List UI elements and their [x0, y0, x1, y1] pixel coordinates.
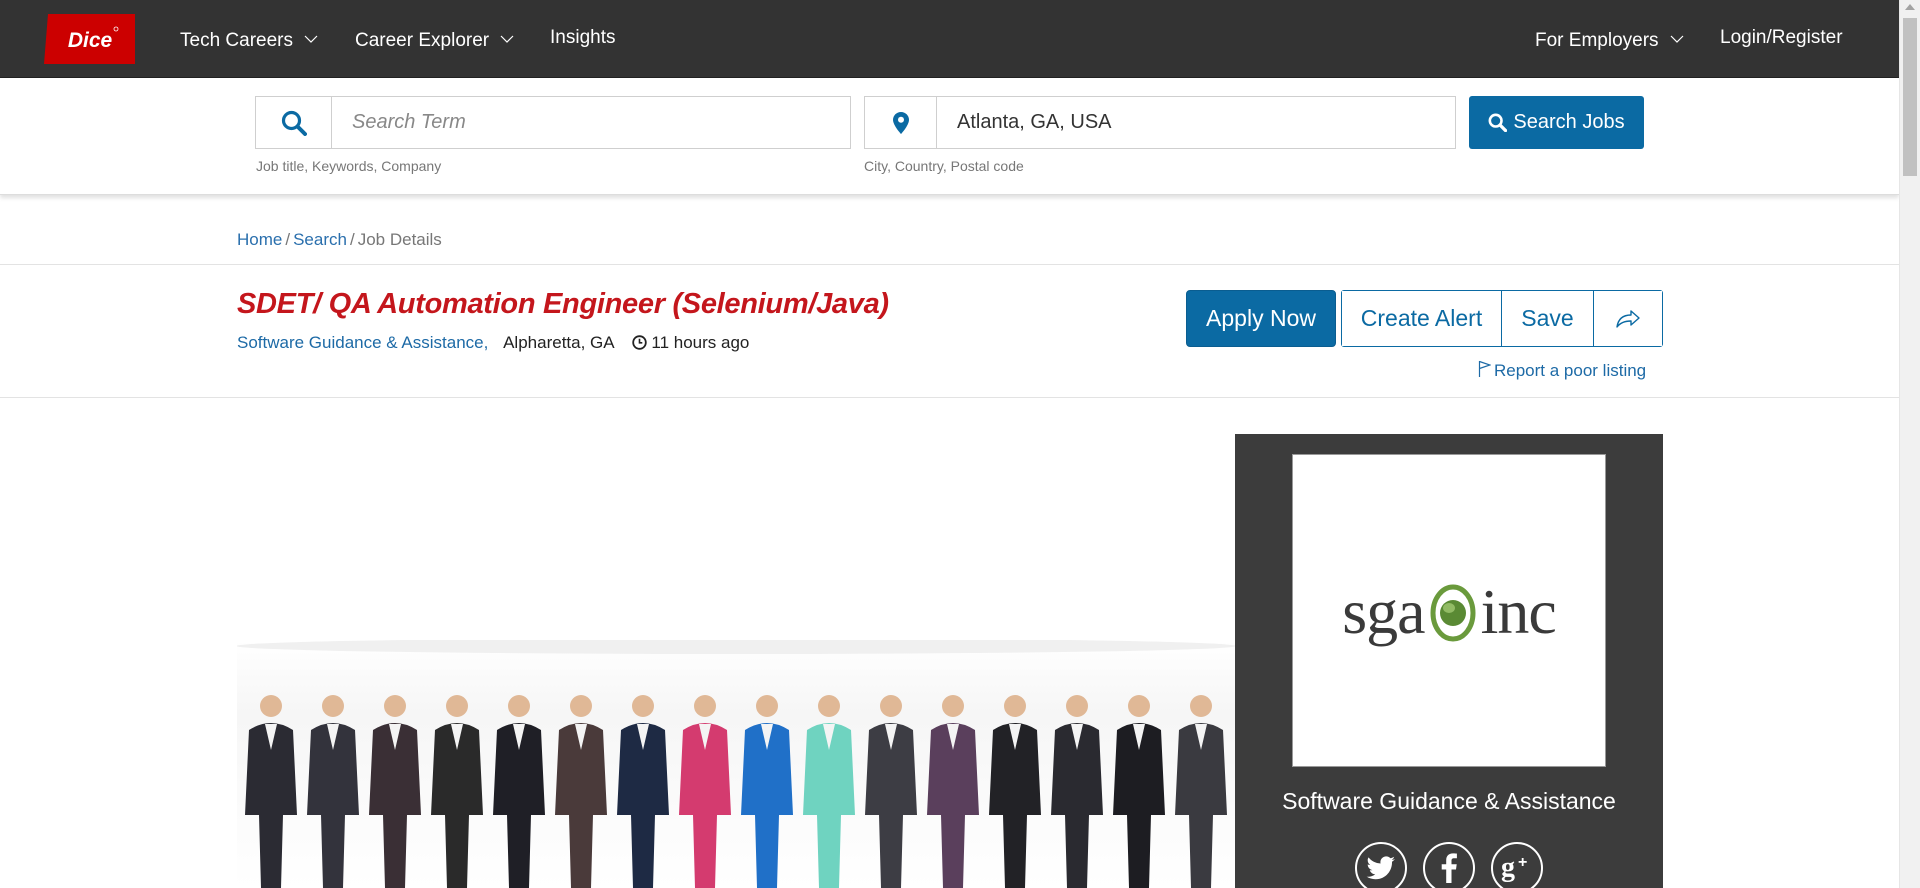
nav-career-explorer[interactable]: Career Explorer: [355, 27, 514, 52]
twitter-icon[interactable]: [1355, 842, 1407, 888]
job-location: Alpharetta, GA: [503, 333, 614, 352]
map-marker-icon: [865, 97, 937, 148]
save-button[interactable]: Save: [1502, 291, 1594, 346]
logo-left-text: sga: [1342, 576, 1425, 647]
logo-ring-icon: [1429, 579, 1477, 643]
nav-tech-careers-label: Tech Careers: [180, 30, 293, 51]
person-figure: [307, 695, 359, 888]
nav-insights[interactable]: Insights: [550, 27, 615, 49]
divider: [0, 397, 1899, 398]
report-listing-link[interactable]: Report a poor listing: [1478, 360, 1646, 381]
create-alert-button[interactable]: Create Alert: [1342, 291, 1502, 346]
person-figure: [1175, 695, 1227, 888]
svg-text:+: +: [1518, 854, 1527, 871]
search-jobs-button[interactable]: Search Jobs: [1469, 96, 1644, 149]
keyword-input[interactable]: [352, 97, 842, 148]
company-name: Software Guidance & Assistance: [1282, 788, 1616, 814]
report-listing-label: Report a poor listing: [1494, 361, 1647, 380]
search-icon: [1488, 113, 1508, 132]
person-figure: [617, 695, 669, 888]
scrollbar-thumb[interactable]: [1903, 18, 1917, 176]
person-figure: [989, 695, 1041, 888]
breadcrumb-separator: /: [285, 230, 291, 249]
nav-for-employers-label: For Employers: [1535, 30, 1659, 51]
search-bar: Job title, Keywords, Company City, Count…: [0, 78, 1899, 195]
nav-insights-label: Insights: [550, 27, 616, 48]
logo-right-text: inc: [1480, 576, 1557, 647]
person-figure: [679, 695, 731, 888]
company-link[interactable]: Software Guidance & Assistance,: [237, 333, 488, 352]
share-icon: [1616, 309, 1640, 328]
google-plus-icon[interactable]: g +: [1491, 842, 1543, 888]
person-figure: [741, 695, 793, 888]
share-button[interactable]: [1594, 291, 1662, 346]
person-figure: [1113, 695, 1165, 888]
location-field: [864, 96, 1456, 149]
search-icon: [256, 97, 332, 148]
logo-text: Dice: [68, 29, 113, 52]
chevron-down-icon: [1670, 27, 1684, 49]
keyword-field: [255, 96, 851, 149]
breadcrumb: Home / Search / Job Details: [237, 230, 442, 250]
search-jobs-label: Search Jobs: [1513, 111, 1625, 133]
page-scrollbar[interactable]: [1899, 0, 1920, 888]
company-team-photo: [237, 640, 1235, 888]
person-figure: [865, 695, 917, 888]
breadcrumb-current: Job Details: [357, 230, 442, 249]
person-figure: [927, 695, 979, 888]
job-title: SDET/ QA Automation Engineer (Selenium/J…: [237, 288, 889, 320]
job-meta: Software Guidance & Assistance, Alpharet…: [237, 333, 749, 355]
person-figure: [245, 695, 297, 888]
person-figure: [493, 695, 545, 888]
clock-icon: [632, 335, 648, 355]
company-card: sga inc Software Guidance & Assistance g +: [1235, 434, 1663, 888]
flag-icon: [1478, 360, 1492, 377]
social-links: g +: [1235, 842, 1663, 888]
scroll-up-arrow-icon[interactable]: [1905, 4, 1915, 10]
breadcrumb-home[interactable]: Home: [237, 230, 282, 249]
person-figure: [1051, 695, 1103, 888]
divider: [0, 264, 1899, 265]
keyword-help-text: Job title, Keywords, Company: [256, 158, 442, 174]
nav-login-register[interactable]: Login/Register: [1720, 27, 1843, 49]
location-input[interactable]: [957, 97, 1447, 148]
chevron-down-icon: [500, 27, 514, 49]
job-actions-group: Create Alert Save: [1341, 290, 1663, 347]
company-logo[interactable]: sga inc: [1292, 454, 1606, 767]
dice-logo[interactable]: Dice: [44, 14, 135, 64]
location-help-text: City, Country, Postal code: [864, 158, 1024, 174]
nav-career-explorer-label: Career Explorer: [355, 30, 490, 51]
posted-time-label: 11 hours ago: [651, 333, 750, 352]
top-navigation: Dice Tech Careers Career Explorer Insigh…: [0, 0, 1899, 78]
person-figure: [555, 695, 607, 888]
nav-for-employers[interactable]: For Employers: [1535, 27, 1684, 52]
svg-text:g: g: [1501, 854, 1515, 882]
posted-time: 11 hours ago: [632, 333, 749, 352]
person-figure: [431, 695, 483, 888]
company-logo-wordmark: sga inc: [1293, 575, 1605, 649]
breadcrumb-separator: /: [349, 230, 355, 249]
nav-tech-careers[interactable]: Tech Careers: [180, 27, 318, 52]
team-photo-illustration: [237, 640, 1235, 888]
breadcrumb-search[interactable]: Search: [293, 230, 347, 249]
nav-login-register-label: Login/Register: [1720, 27, 1843, 48]
apply-now-button[interactable]: Apply Now: [1186, 290, 1336, 347]
chevron-down-icon: [304, 27, 318, 49]
facebook-icon[interactable]: [1423, 842, 1475, 888]
person-figure: [369, 695, 421, 888]
person-figure: [803, 695, 855, 888]
